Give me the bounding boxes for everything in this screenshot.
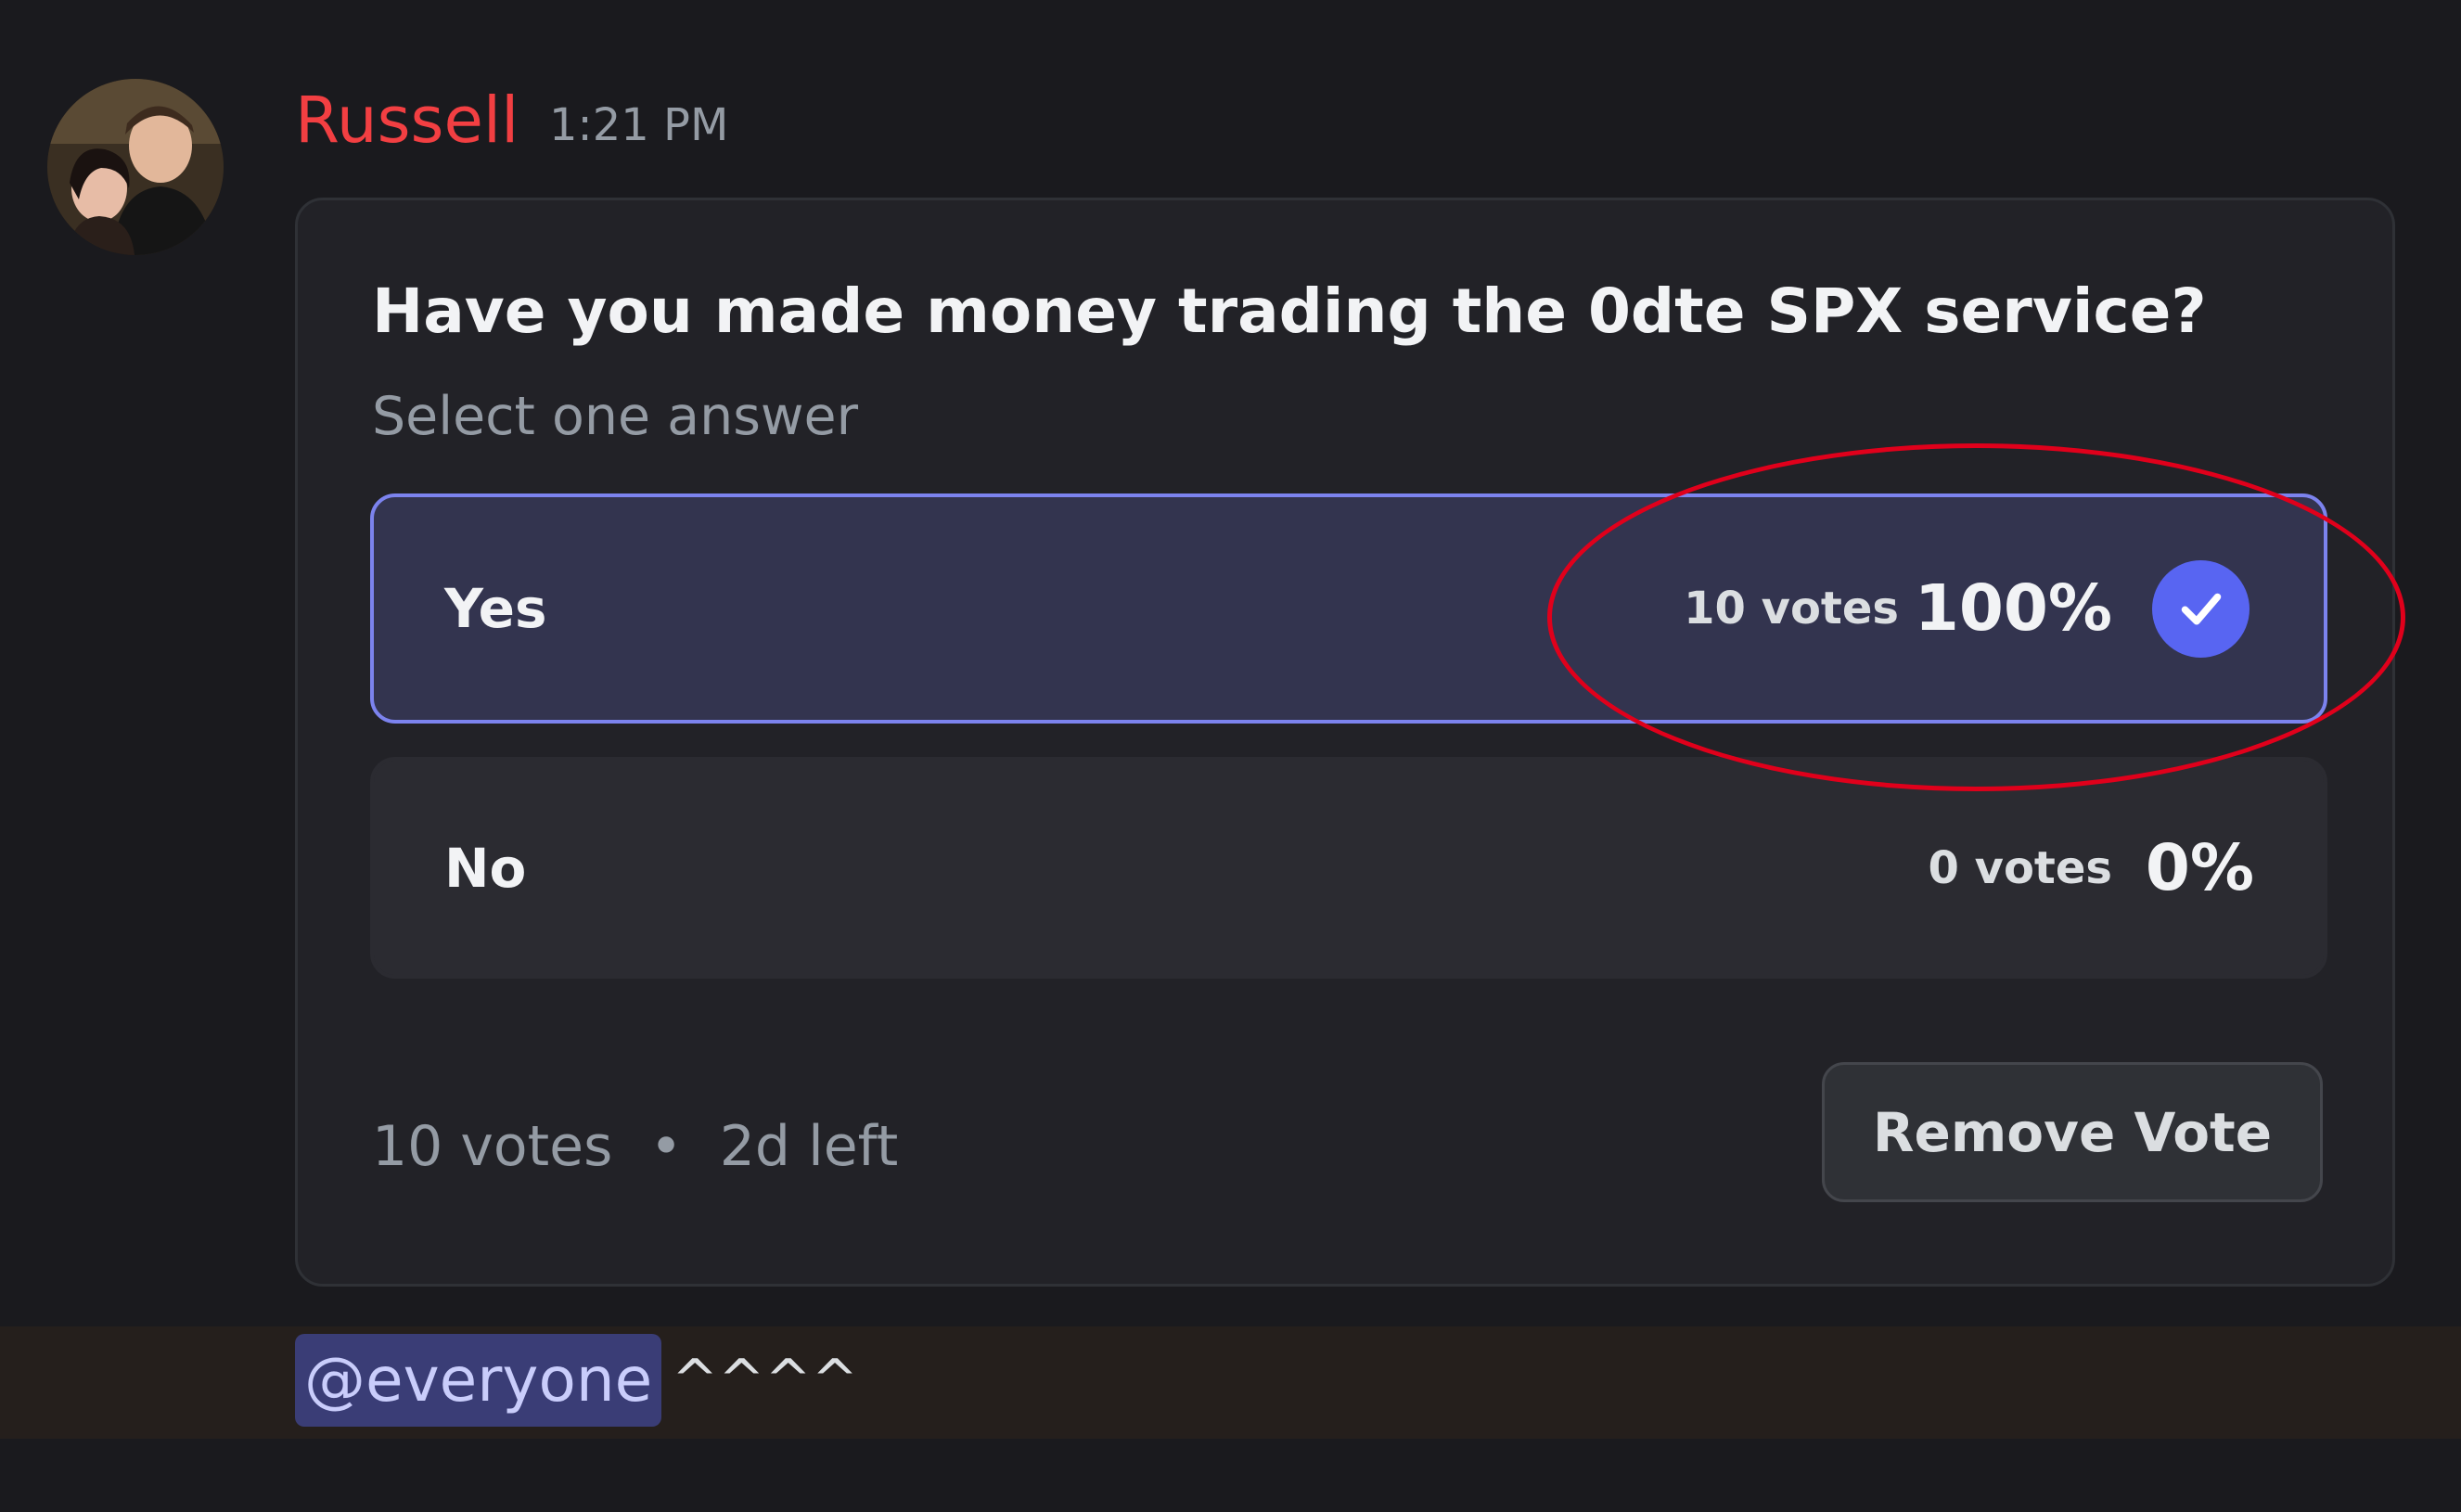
answer-vote-count: 10 votes <box>1684 583 1899 634</box>
poll-answer-no[interactable]: No 0 votes 0% <box>370 757 2327 979</box>
author-name[interactable]: Russell <box>295 79 519 162</box>
message-timestamp: 1:21 PM <box>549 99 729 151</box>
poll-question: Have you made money trading the 0dte SPX… <box>372 275 2207 347</box>
answer-label: No <box>444 836 527 900</box>
checkmark-icon <box>2152 559 2250 658</box>
poll-total-votes: 10 votes <box>372 1114 613 1179</box>
poll-hint: Select one answer <box>372 386 859 447</box>
author-avatar[interactable] <box>47 79 224 255</box>
everyone-mention[interactable]: @everyone <box>295 1334 662 1427</box>
footer-separator: • <box>649 1114 683 1179</box>
answer-percent: 0% <box>2145 830 2254 905</box>
answer-percent: 100% <box>1914 571 2112 646</box>
remove-vote-button[interactable]: Remove Vote <box>1822 1062 2323 1202</box>
answer-label: Yes <box>444 577 547 640</box>
followup-text: ^^^^ <box>672 1348 859 1413</box>
answer-vote-count: 0 votes <box>1928 841 2112 894</box>
poll-footer: 10 votes • 2d left <box>372 1114 898 1179</box>
poll-time-left: 2d left <box>719 1114 899 1179</box>
poll-answer-yes[interactable]: Yes 10 votes 100% <box>370 493 2327 724</box>
poll-card: Have you made money trading the 0dte SPX… <box>295 198 2395 1287</box>
